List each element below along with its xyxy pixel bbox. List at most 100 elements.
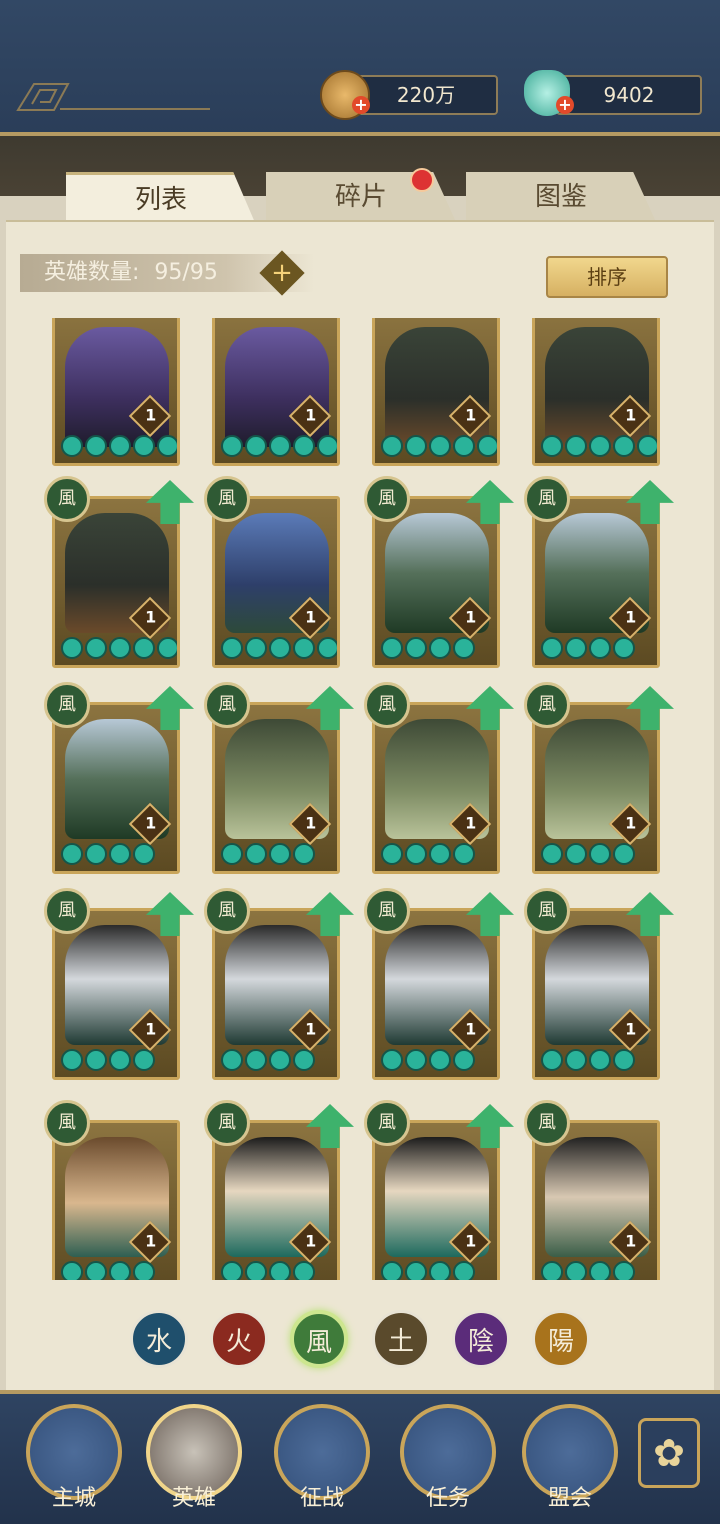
level-value: 1	[145, 1231, 157, 1251]
element-badge: 風	[364, 1100, 410, 1146]
jade-star-icon	[61, 435, 83, 457]
hero-grid: 1 1 1 1 1 風 1 風 1 風 1 風 1 風 1 風 1 風 1 風 1 風 1 風 1 風 1 風 1 風 1 風 1 風 1 風	[0, 318, 720, 1280]
add-jade-icon[interactable]: +	[556, 96, 574, 114]
jade-star-icon	[109, 843, 131, 865]
jade-star-icon	[109, 1261, 131, 1280]
element-filter-5[interactable]: 陰	[452, 1310, 510, 1368]
sort-button-label: 排序	[587, 265, 627, 289]
element-filter-6[interactable]: 陽	[532, 1310, 590, 1368]
jade-star-icon	[381, 637, 403, 659]
element-badge: 風	[524, 1100, 570, 1146]
jade-star-icon	[613, 843, 635, 865]
jade-star-icon	[133, 637, 155, 659]
hero-count-label: 英雄数量:	[44, 260, 140, 285]
jade-star-icon	[565, 637, 587, 659]
jade-star-icon	[221, 637, 243, 659]
jade-star-icon	[269, 435, 291, 457]
nav-label: 英雄	[171, 1486, 216, 1511]
star-rating	[381, 843, 475, 867]
jade-star-icon	[589, 843, 611, 865]
level-value: 1	[465, 1231, 477, 1251]
jade-star-icon	[245, 843, 267, 865]
element-badge: 風	[44, 888, 90, 934]
element-badge: 風	[204, 682, 250, 728]
jade-star-icon	[405, 1261, 427, 1280]
add-coin-icon[interactable]: +	[352, 96, 370, 114]
level-value: 1	[145, 813, 157, 833]
element-badge: 風	[364, 476, 410, 522]
jade-counter: 9402	[556, 75, 702, 115]
hero-count-value: 95/95	[154, 260, 218, 285]
jade-star-icon	[541, 1261, 563, 1280]
jade-star-icon	[221, 1261, 243, 1280]
star-rating	[221, 435, 337, 459]
expand-hero-slots-button[interactable]: +	[259, 250, 305, 296]
jade-star-icon	[565, 1049, 587, 1071]
hero-card[interactable]: 1	[212, 318, 340, 466]
hero-card[interactable]: 1	[52, 318, 180, 466]
star-rating	[541, 843, 635, 867]
jade-star-icon	[293, 843, 315, 865]
tab-list[interactable]: 列表	[66, 172, 256, 225]
tab-list-label: 列表	[134, 185, 187, 215]
plus-icon: +	[271, 258, 293, 288]
level-value: 1	[625, 1019, 637, 1039]
jade-star-icon	[61, 843, 83, 865]
tab-codex[interactable]: 图鉴	[466, 172, 656, 222]
sort-button[interactable]: 排序	[546, 256, 668, 298]
jade-star-icon	[61, 1261, 83, 1280]
jade-star-icon	[133, 843, 155, 865]
level-value: 1	[625, 405, 637, 425]
jade-star-icon	[453, 843, 475, 865]
jade-star-icon	[157, 435, 177, 457]
jade-star-icon	[293, 637, 315, 659]
jade-star-icon	[221, 435, 243, 457]
star-rating	[541, 1049, 635, 1073]
jade-star-icon	[157, 637, 177, 659]
jade-star-icon	[85, 1261, 107, 1280]
header-divider	[60, 108, 210, 110]
jade-star-icon	[269, 1261, 291, 1280]
star-rating	[61, 1261, 155, 1280]
level-value: 1	[465, 813, 477, 833]
jade-star-icon	[133, 1261, 155, 1280]
hero-card[interactable]: 1	[532, 318, 660, 466]
jade-star-icon	[293, 1049, 315, 1071]
jade-star-icon	[589, 637, 611, 659]
jade-star-icon	[565, 435, 587, 457]
jade-star-icon	[477, 435, 497, 457]
hero-card[interactable]: 1	[212, 496, 340, 668]
jade-star-icon	[269, 637, 291, 659]
more-menu-button[interactable]: ✿	[638, 1418, 700, 1488]
nav-label: 征战	[299, 1486, 344, 1511]
jade-star-icon	[613, 1049, 635, 1071]
element-badge: 風	[44, 682, 90, 728]
jade-star-icon	[565, 1261, 587, 1280]
jade-star-icon	[269, 843, 291, 865]
element-badge: 風	[364, 682, 410, 728]
hero-card[interactable]: 1	[372, 318, 500, 466]
jade-star-icon	[405, 843, 427, 865]
jade-star-icon	[85, 637, 107, 659]
element-filter-2[interactable]: 火	[210, 1310, 268, 1368]
jade-star-icon	[109, 435, 131, 457]
star-rating	[221, 1049, 315, 1073]
star-rating	[381, 435, 497, 459]
jade-star-icon	[589, 1049, 611, 1071]
jade-star-icon	[85, 843, 107, 865]
coin-counter: 220万	[354, 75, 498, 115]
jade-star-icon	[453, 637, 475, 659]
jade-star-icon	[61, 637, 83, 659]
element-filter-1[interactable]: 水	[130, 1310, 188, 1368]
jade-star-icon	[245, 637, 267, 659]
jade-star-icon	[405, 1049, 427, 1071]
element-filter-3[interactable]: 風	[290, 1310, 348, 1368]
jade-star-icon	[269, 1049, 291, 1071]
jade-star-icon	[381, 1261, 403, 1280]
level-value: 1	[305, 607, 317, 627]
jade-star-icon	[589, 435, 611, 457]
jade-star-icon	[613, 1261, 635, 1280]
jade-star-icon	[429, 435, 451, 457]
star-rating	[541, 1261, 635, 1280]
element-filter-4[interactable]: 土	[372, 1310, 430, 1368]
